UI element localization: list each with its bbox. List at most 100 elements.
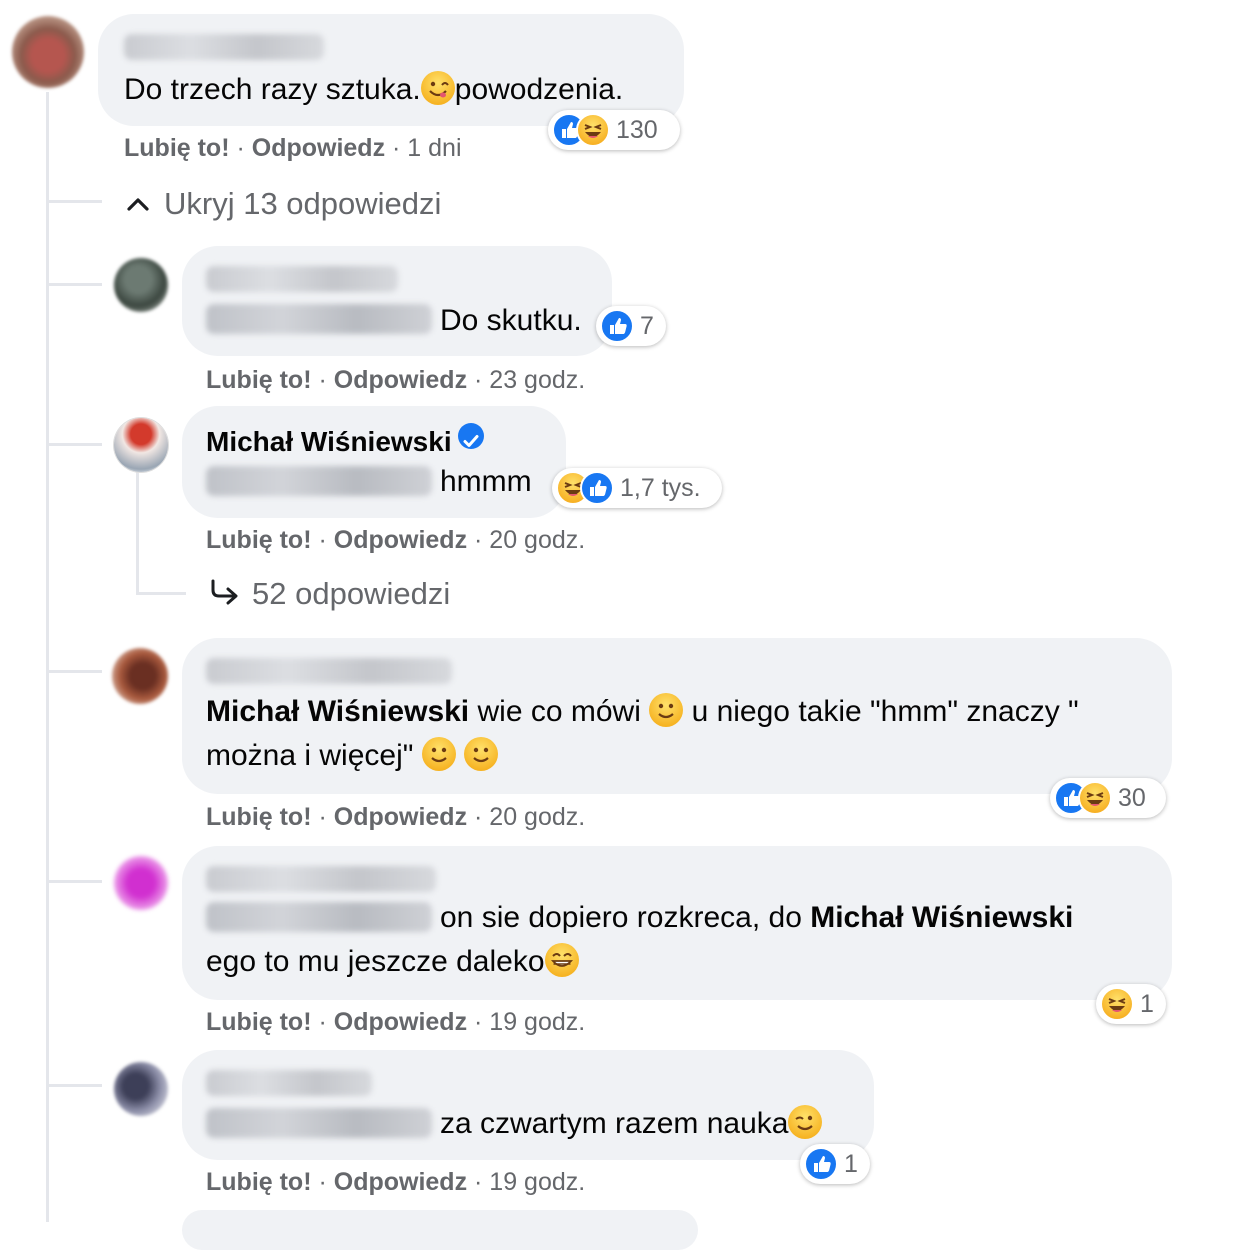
reply-text-part: za czwartym razem nauka xyxy=(440,1107,789,1140)
haha-icon xyxy=(1100,987,1134,1021)
haha-icon xyxy=(1078,781,1112,815)
view-replies-label: 52 odpowiedzi xyxy=(252,576,451,611)
separator: · xyxy=(467,366,490,394)
timestamp[interactable]: 19 godz. xyxy=(489,1008,585,1036)
reply-button[interactable]: Odpowiedz xyxy=(252,134,385,162)
like-icon xyxy=(580,471,614,505)
mention-tag-blurred[interactable] xyxy=(206,466,432,496)
timestamp[interactable]: 1 dni xyxy=(407,134,461,162)
like-button[interactable]: Lubię to! xyxy=(206,1008,312,1036)
separator: · xyxy=(467,803,490,831)
like-icon xyxy=(600,309,634,343)
comment-text-part: Do trzech razy sztuka. xyxy=(124,73,421,106)
reply-button[interactable]: Odpowiedz xyxy=(334,526,467,554)
separator: · xyxy=(229,134,252,162)
reactions-summary[interactable]: 1,7 tys. xyxy=(552,468,722,508)
hide-replies-label: Ukryj 13 odpowiedzi xyxy=(164,186,442,221)
separator: · xyxy=(311,1008,334,1036)
reply-button[interactable]: Odpowiedz xyxy=(334,1008,467,1036)
reaction-count: 1,7 tys. xyxy=(620,473,701,502)
reactions-summary[interactable]: 7 xyxy=(596,306,666,346)
reply-button[interactable]: Odpowiedz xyxy=(334,1168,467,1196)
separator: · xyxy=(467,526,490,554)
separator: · xyxy=(467,1008,490,1036)
separator: · xyxy=(311,366,334,394)
like-button[interactable]: Lubię to! xyxy=(206,803,312,831)
chevron-up-icon xyxy=(126,184,150,220)
comment-actions: Lubię to! · Odpowiedz · 1 dni xyxy=(124,134,462,163)
reactions-summary[interactable]: 30 xyxy=(1050,778,1166,818)
thread-line-sub xyxy=(136,592,186,595)
like-button[interactable]: Lubię to! xyxy=(124,134,230,162)
avatar[interactable] xyxy=(114,1062,168,1116)
reply-actions: Lubię to! · Odpowiedz · 19 godz. xyxy=(206,1008,585,1037)
avatar[interactable] xyxy=(114,856,168,910)
author-name-blurred[interactable] xyxy=(206,266,398,292)
mention-tag-blurred[interactable] xyxy=(206,902,432,932)
mention-tag-blurred[interactable] xyxy=(206,1108,432,1138)
separator: · xyxy=(385,134,408,162)
reaction-count: 30 xyxy=(1118,783,1146,812)
timestamp[interactable]: 20 godz. xyxy=(489,526,585,554)
separator: · xyxy=(467,1168,490,1196)
reply-text-line: Michał Wiśniewski wie co mówi u niego ta… xyxy=(206,690,1079,734)
avatar[interactable] xyxy=(12,16,84,88)
like-button[interactable]: Lubię to! xyxy=(206,526,312,554)
reply-text: hmmm xyxy=(440,465,532,498)
avatar[interactable] xyxy=(112,648,168,704)
wink-emoji-icon xyxy=(788,1105,823,1139)
reaction-count: 1 xyxy=(844,1149,858,1178)
like-button[interactable]: Lubię to! xyxy=(206,366,312,394)
avatar[interactable] xyxy=(114,418,168,472)
reply-actions: Lubię to! · Odpowiedz · 23 godz. xyxy=(206,366,585,395)
reply-text: Do skutku. xyxy=(440,304,582,337)
reactions-summary[interactable]: 1 xyxy=(1096,984,1166,1024)
mention-link[interactable]: Michał Wiśniewski xyxy=(206,695,469,728)
comment-text-part: powodzenia. xyxy=(454,73,624,106)
separator: · xyxy=(311,803,334,831)
reply-button[interactable]: Odpowiedz xyxy=(334,366,467,394)
author-name-blurred[interactable] xyxy=(206,1070,372,1096)
reaction-count: 130 xyxy=(616,115,658,144)
thread-line-branch xyxy=(46,443,102,446)
reply-actions: Lubię to! · Odpowiedz · 20 godz. xyxy=(206,803,585,832)
reply-text-part: on sie dopiero rozkreca, do xyxy=(440,901,802,934)
thread-line-branch xyxy=(46,200,102,203)
thread-line-main xyxy=(46,92,49,1222)
timestamp[interactable]: 19 godz. xyxy=(489,1168,585,1196)
haha-icon xyxy=(576,113,610,147)
separator: · xyxy=(311,1168,334,1196)
reply-text-part: u niego takie "hmm" znaczy " xyxy=(691,695,1079,728)
yum-emoji-icon xyxy=(420,71,455,105)
author-name[interactable]: Michał Wiśniewski xyxy=(206,420,484,464)
like-icon xyxy=(804,1147,838,1181)
reactions-summary[interactable]: 130 xyxy=(548,110,680,150)
author-name-blurred[interactable] xyxy=(206,866,436,892)
grin-emoji-icon xyxy=(544,943,579,977)
thread-line-branch xyxy=(46,283,102,286)
reaction-count: 7 xyxy=(640,311,654,340)
mention-tag-blurred[interactable] xyxy=(206,304,432,334)
reply-arrow-icon xyxy=(208,578,240,614)
like-button[interactable]: Lubię to! xyxy=(206,1168,312,1196)
slight-smile-emoji-icon xyxy=(464,737,499,771)
timestamp[interactable]: 20 godz. xyxy=(489,803,585,831)
hide-replies-button[interactable]: Ukryj 13 odpowiedzi xyxy=(126,184,441,222)
author-name-blurred[interactable] xyxy=(206,658,452,684)
author-name-text: Michał Wiśniewski xyxy=(206,426,452,457)
reply-button[interactable]: Odpowiedz xyxy=(334,803,467,831)
view-replies-button[interactable]: 52 odpowiedzi xyxy=(208,576,450,614)
author-name-blurred[interactable] xyxy=(124,34,324,60)
reactions-summary[interactable]: 1 xyxy=(800,1144,870,1184)
thread-line-branch xyxy=(46,1084,102,1087)
thread-line-sub xyxy=(136,470,139,592)
reply-actions: Lubię to! · Odpowiedz · 20 godz. xyxy=(206,526,585,555)
avatar[interactable] xyxy=(114,258,168,312)
reply-text-part: można i więcej" xyxy=(206,739,414,772)
mention-link[interactable]: Michał Wiśniewski xyxy=(810,901,1073,934)
reply-text-line: on sie dopiero rozkreca, do Michał Wiśni… xyxy=(440,896,1073,940)
timestamp[interactable]: 23 godz. xyxy=(489,366,585,394)
slight-smile-emoji-icon xyxy=(649,693,684,727)
thread-line-branch xyxy=(46,880,102,883)
reply-text-line: ego to mu jeszcze daleko xyxy=(206,940,579,984)
